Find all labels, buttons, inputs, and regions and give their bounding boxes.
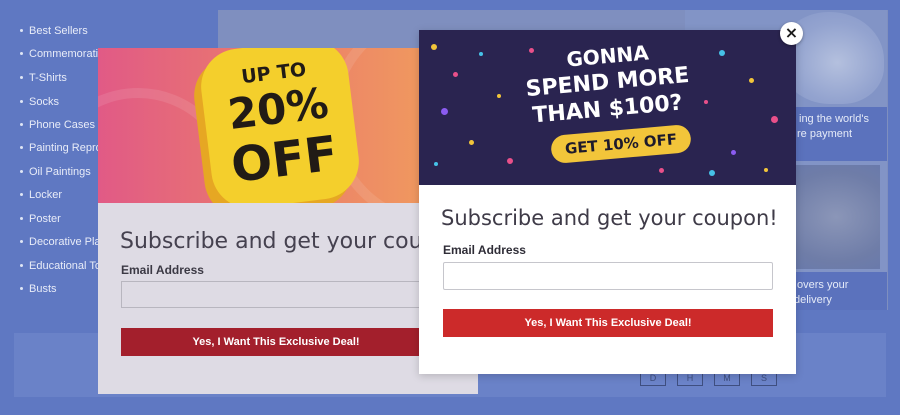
hero-caption-text: ing the world's	[799, 113, 869, 125]
confetti-dot	[731, 150, 736, 155]
email-label: Email Address	[443, 243, 526, 257]
bullet-icon	[20, 51, 23, 55]
sidebar-item-label: Phone Cases	[29, 119, 96, 131]
email-label: Email Address	[121, 263, 204, 277]
confetti-dot	[709, 170, 715, 176]
sidebar-item[interactable]: Best Sellers	[20, 25, 88, 37]
bullet-icon	[20, 99, 23, 103]
exclusive-deal-button[interactable]: Yes, I Want This Exclusive Deal!	[121, 328, 431, 356]
sidebar-item-label: Decorative Plat	[29, 236, 104, 248]
close-icon: ×	[784, 23, 799, 42]
get-10-off-badge: GET 10% OFF	[550, 123, 692, 165]
sidebar-item-label: Educational Toy	[29, 260, 107, 272]
sidebar-item-label: Oil Paintings	[29, 166, 91, 178]
bullet-icon	[20, 216, 23, 220]
hero-caption-text: delivery	[794, 294, 832, 306]
bullet-icon	[20, 28, 23, 32]
exclusive-deal-button[interactable]: Yes, I Want This Exclusive Deal!	[443, 309, 773, 337]
sidebar-item[interactable]: Poster	[20, 213, 61, 225]
coupon-popup-10-off: GONNA SPEND MORE THAN $100? GET 10% OFF …	[419, 30, 796, 374]
bullet-icon	[20, 122, 23, 126]
sidebar-item-label: Busts	[29, 283, 57, 295]
sidebar-item-label: T-Shirts	[29, 72, 67, 84]
sidebar-item-label: Locker	[29, 189, 63, 201]
sidebar-item[interactable]: Commemorativ	[20, 48, 104, 60]
confetti-dot	[771, 116, 778, 123]
bullet-icon	[20, 75, 23, 79]
hero-caption-text: re payment	[797, 128, 853, 140]
email-field[interactable]	[121, 281, 431, 308]
hero-caption-text: overs your	[797, 279, 849, 291]
sidebar-item[interactable]: Painting Reprod	[20, 142, 108, 154]
confetti-dot	[659, 168, 664, 173]
spend-more-banner-image: GONNA SPEND MORE THAN $100? GET 10% OFF	[419, 30, 796, 185]
sidebar-item[interactable]: Socks	[20, 96, 59, 108]
bullet-icon	[20, 192, 23, 196]
sidebar-item[interactable]: Decorative Plat	[20, 236, 104, 248]
close-popup-button[interactable]: ×	[780, 22, 803, 45]
sidebar-item[interactable]: Oil Paintings	[20, 166, 91, 178]
confetti-dot	[507, 158, 513, 164]
sidebar-item[interactable]: Busts	[20, 283, 57, 295]
discount-badge: UP TO 20% OFF	[196, 48, 364, 203]
bullet-icon	[20, 145, 23, 149]
sidebar-item-label: Poster	[29, 213, 61, 225]
bullet-icon	[20, 239, 23, 243]
sidebar-item-label: Best Sellers	[29, 25, 88, 37]
sidebar-item[interactable]: T-Shirts	[20, 72, 67, 84]
sidebar-item-label: Socks	[29, 96, 59, 108]
bullet-icon	[20, 286, 23, 290]
bullet-icon	[20, 263, 23, 267]
confetti-dot	[469, 140, 474, 145]
popup-title: Subscribe and get your coup	[120, 229, 437, 254]
sidebar-item[interactable]: Educational Toy	[20, 260, 106, 272]
sidebar-item[interactable]: Locker	[20, 189, 62, 201]
sidebar-item-label: Commemorativ	[29, 48, 104, 60]
email-field[interactable]	[443, 262, 773, 290]
bullet-icon	[20, 169, 23, 173]
popup-title: Subscribe and get your coupon!	[441, 206, 778, 230]
confetti-dot	[764, 168, 768, 172]
sidebar-item-label: Painting Reprod	[29, 142, 108, 154]
confetti-dot	[431, 44, 437, 50]
confetti-dot	[434, 162, 438, 166]
sidebar-item[interactable]: Phone Cases	[20, 119, 95, 131]
